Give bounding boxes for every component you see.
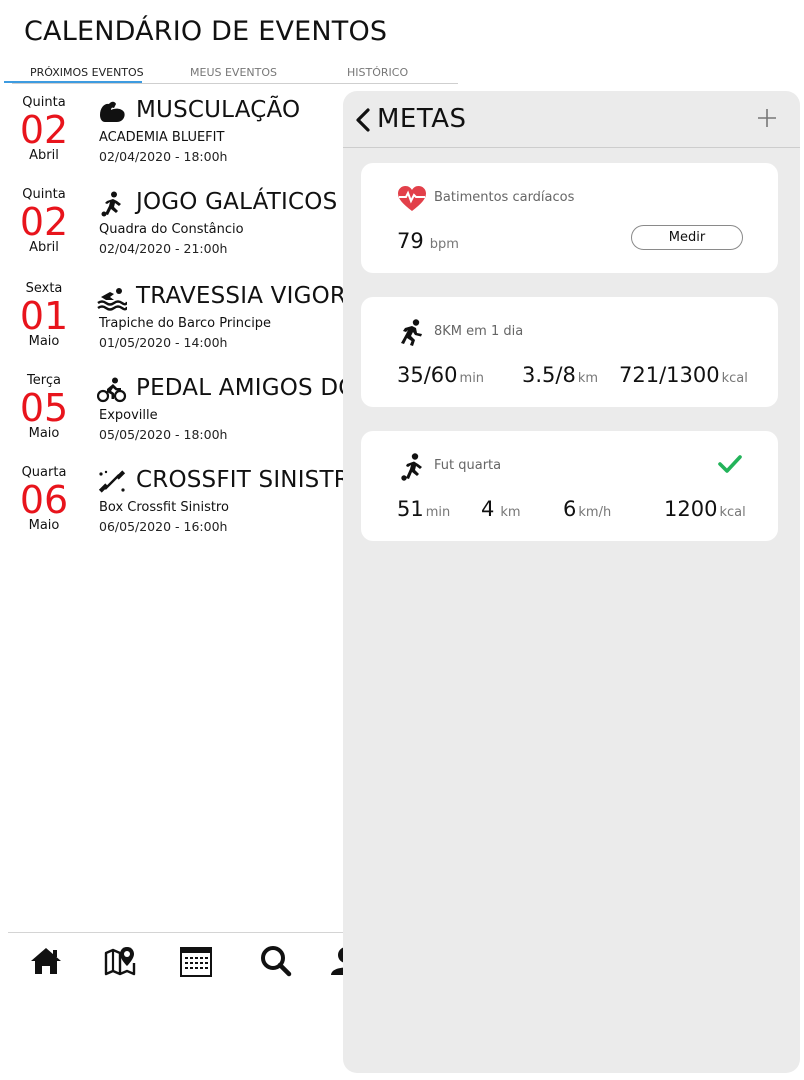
search-icon[interactable] bbox=[258, 943, 294, 979]
event-datetime: 02/04/2020 - 21:00h bbox=[99, 241, 228, 256]
metric-time: 35/60 min bbox=[397, 363, 484, 387]
metric-unit: km/h bbox=[578, 505, 612, 520]
goal-label: Batimentos cardíacos bbox=[434, 190, 575, 205]
event-date: Quarta 06 Maio bbox=[14, 465, 74, 533]
tab-historico[interactable]: HISTÓRICO bbox=[347, 66, 408, 79]
goal-card-running[interactable]: 8KM em 1 dia 35/60 min 3.5/8 km 721/1300 kc… bbox=[361, 297, 778, 407]
metric-unit: km bbox=[577, 371, 599, 386]
metric-value: 1200 bbox=[664, 497, 718, 521]
soccer-icon bbox=[101, 191, 121, 217]
heart-rate-icon bbox=[398, 186, 426, 211]
metric-unit: min bbox=[459, 371, 485, 386]
event-item[interactable]: Quinta 02 Abril JOGO GALÁTICOS Quadra do… bbox=[0, 187, 344, 277]
event-datetime: 02/04/2020 - 18:00h bbox=[99, 149, 228, 164]
event-place: ACADEMIA BLUEFIT bbox=[99, 130, 225, 145]
cycling-icon bbox=[97, 377, 127, 403]
muscle-icon bbox=[100, 101, 125, 122]
event-date: Sexta 01 Maio bbox=[14, 281, 74, 349]
metric-calories: 1200 kcal bbox=[664, 497, 746, 521]
metric-distance: 4 km bbox=[481, 497, 521, 521]
goals-panel: METAS Batimentos cardíacos 79 bpm Medir 8… bbox=[343, 91, 800, 1073]
panel-header: METAS bbox=[343, 91, 800, 148]
tab-proximos-eventos[interactable]: PRÓXIMOS EVENTOS bbox=[30, 66, 144, 79]
event-date: Quinta 02 Abril bbox=[14, 187, 74, 255]
calendar-icon[interactable] bbox=[178, 943, 214, 979]
event-day: 02 bbox=[19, 108, 69, 152]
map-pin-icon[interactable] bbox=[102, 943, 138, 979]
metric-value: 6 bbox=[563, 497, 577, 521]
back-chevron-icon[interactable] bbox=[353, 107, 373, 133]
event-day: 06 bbox=[19, 478, 69, 522]
home-icon[interactable] bbox=[28, 943, 64, 979]
event-day: 05 bbox=[19, 386, 69, 430]
event-place: Box Crossfit Sinistro bbox=[99, 500, 229, 515]
goal-card-heart-rate[interactable]: Batimentos cardíacos 79 bpm Medir bbox=[361, 163, 778, 273]
goal-card-football[interactable]: Fut quarta 51 min 4 km 6 km/h 1200 kcal bbox=[361, 431, 778, 541]
event-place: Quadra do Constâncio bbox=[99, 222, 244, 237]
event-datetime: 06/05/2020 - 16:00h bbox=[99, 519, 228, 534]
measure-button[interactable]: Medir bbox=[631, 225, 743, 250]
panel-title: METAS bbox=[377, 104, 467, 134]
soccer-icon bbox=[401, 453, 422, 481]
event-datetime: 01/05/2020 - 14:00h bbox=[99, 335, 228, 350]
metric-value: 79 bbox=[397, 229, 424, 253]
event-item[interactable]: Quinta 02 Abril MUSCULAÇÃO ACADEMIA BLUE… bbox=[0, 95, 344, 185]
metric-unit: kcal bbox=[719, 505, 746, 520]
running-icon bbox=[401, 319, 422, 346]
active-tab-indicator bbox=[4, 81, 142, 83]
event-title: CROSSFIT SINISTRO bbox=[136, 467, 344, 493]
metric-time: 51 min bbox=[397, 497, 450, 521]
event-title: JOGO GALÁTICOS bbox=[136, 189, 338, 215]
event-date: Quinta 02 Abril bbox=[14, 95, 74, 163]
event-place: Expoville bbox=[99, 408, 158, 423]
bottom-nav bbox=[8, 932, 361, 992]
metric-value: 3.5/8 bbox=[522, 363, 576, 387]
metric-value: 51 bbox=[397, 497, 424, 521]
swimming-icon bbox=[97, 288, 127, 311]
metric-unit: kcal bbox=[721, 371, 748, 386]
event-title: TRAVESSIA VIGORE bbox=[136, 283, 344, 309]
event-item[interactable]: Terça 05 Maio PEDAL AMIGOS DO Expoville … bbox=[0, 373, 344, 463]
page-title: CALENDÁRIO DE EVENTOS bbox=[24, 16, 388, 47]
add-goal-button[interactable] bbox=[756, 107, 778, 129]
metric-bpm: 79 bpm bbox=[397, 229, 459, 253]
crossfit-icon bbox=[98, 470, 126, 493]
event-title: MUSCULAÇÃO bbox=[136, 97, 301, 123]
tab-meus-eventos[interactable]: MEUS EVENTOS bbox=[190, 66, 277, 79]
metric-unit: km bbox=[500, 505, 521, 520]
event-date: Terça 05 Maio bbox=[14, 373, 74, 441]
metric-value: 35/60 bbox=[397, 363, 458, 387]
event-day: 01 bbox=[19, 294, 69, 338]
event-item[interactable]: Quarta 06 Maio CROSSFIT SINISTRO Box Cro… bbox=[0, 465, 344, 555]
event-day: 02 bbox=[19, 200, 69, 244]
metric-unit: min bbox=[425, 505, 451, 520]
metric-unit: bpm bbox=[429, 237, 459, 252]
event-title: PEDAL AMIGOS DO bbox=[136, 375, 344, 401]
goal-label: Fut quarta bbox=[434, 458, 502, 473]
metric-value: 721/1300 bbox=[619, 363, 720, 387]
check-icon bbox=[718, 455, 742, 473]
goal-label: 8KM em 1 dia bbox=[434, 324, 524, 339]
event-datetime: 05/05/2020 - 18:00h bbox=[99, 427, 228, 442]
metric-speed: 6 km/h bbox=[563, 497, 611, 521]
metric-calories: 721/1300 kcal bbox=[619, 363, 748, 387]
metric-value: 4 bbox=[481, 497, 495, 521]
metric-distance: 3.5/8 km bbox=[522, 363, 598, 387]
event-place: Trapiche do Barco Principe bbox=[99, 316, 272, 331]
event-item[interactable]: Sexta 01 Maio TRAVESSIA VIGORE Trapiche … bbox=[0, 281, 344, 371]
